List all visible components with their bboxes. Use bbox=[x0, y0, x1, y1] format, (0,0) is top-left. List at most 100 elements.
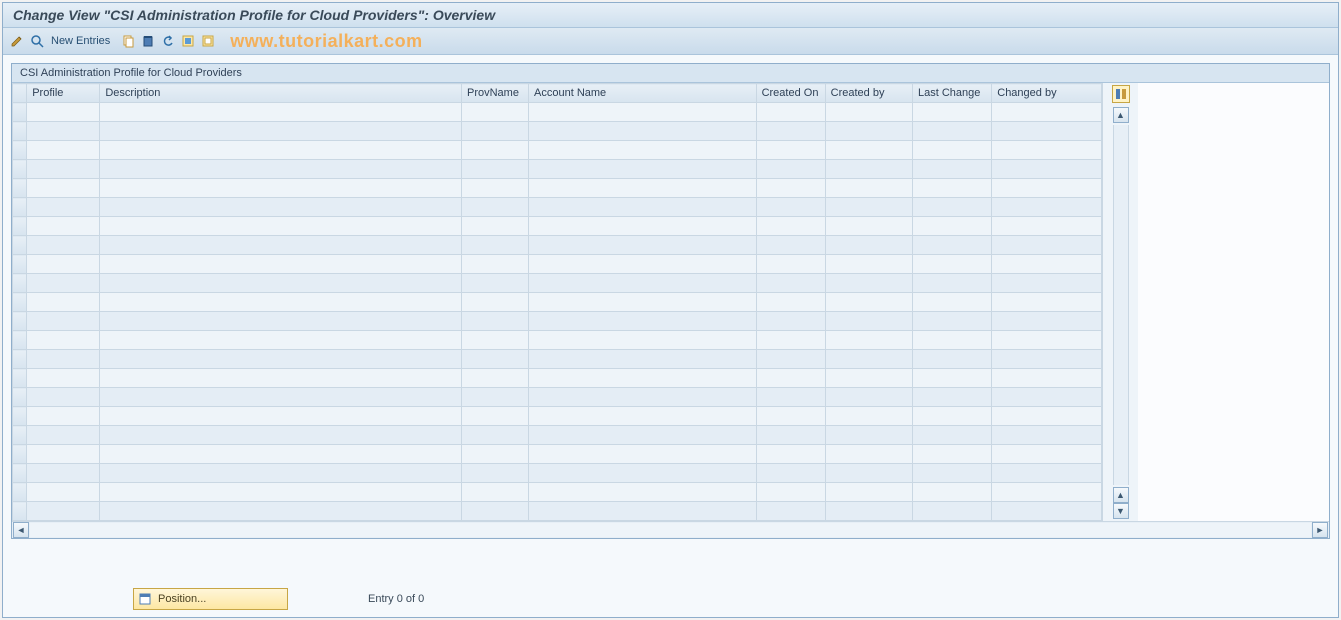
row-selector[interactable] bbox=[13, 331, 27, 350]
cell-profile[interactable] bbox=[27, 103, 100, 122]
cell-changed_by[interactable] bbox=[992, 464, 1102, 483]
cell-profile[interactable] bbox=[27, 502, 100, 521]
cell-account_name[interactable] bbox=[529, 426, 757, 445]
cell-created_by[interactable] bbox=[825, 388, 912, 407]
cell-profile[interactable] bbox=[27, 141, 100, 160]
cell-created_by[interactable] bbox=[825, 198, 912, 217]
row-selector[interactable] bbox=[13, 217, 27, 236]
cell-created_by[interactable] bbox=[825, 179, 912, 198]
cell-created_by[interactable] bbox=[825, 464, 912, 483]
cell-profile[interactable] bbox=[27, 445, 100, 464]
cell-changed_by[interactable] bbox=[992, 141, 1102, 160]
table-row[interactable] bbox=[13, 350, 1102, 369]
table-row[interactable] bbox=[13, 502, 1102, 521]
cell-account_name[interactable] bbox=[529, 141, 757, 160]
cell-created_on[interactable] bbox=[756, 502, 825, 521]
cell-created_on[interactable] bbox=[756, 464, 825, 483]
table-row[interactable] bbox=[13, 274, 1102, 293]
cell-description[interactable] bbox=[100, 350, 462, 369]
cell-created_by[interactable] bbox=[825, 483, 912, 502]
scroll-up-button[interactable]: ▲ bbox=[1113, 107, 1129, 123]
row-selector[interactable] bbox=[13, 388, 27, 407]
cell-description[interactable] bbox=[100, 179, 462, 198]
col-header-created_on[interactable]: Created On bbox=[756, 84, 825, 103]
cell-provname[interactable] bbox=[462, 483, 529, 502]
cell-description[interactable] bbox=[100, 426, 462, 445]
cell-profile[interactable] bbox=[27, 483, 100, 502]
position-button[interactable]: Position... bbox=[133, 588, 288, 610]
cell-last_change[interactable] bbox=[913, 217, 992, 236]
cell-created_by[interactable] bbox=[825, 141, 912, 160]
cell-created_by[interactable] bbox=[825, 350, 912, 369]
cell-created_by[interactable] bbox=[825, 369, 912, 388]
table-row[interactable] bbox=[13, 198, 1102, 217]
cell-account_name[interactable] bbox=[529, 350, 757, 369]
cell-created_on[interactable] bbox=[756, 407, 825, 426]
cell-account_name[interactable] bbox=[529, 369, 757, 388]
cell-account_name[interactable] bbox=[529, 103, 757, 122]
row-selector[interactable] bbox=[13, 179, 27, 198]
scroll-right-button[interactable]: ► bbox=[1312, 522, 1328, 538]
cell-last_change[interactable] bbox=[913, 445, 992, 464]
cell-account_name[interactable] bbox=[529, 464, 757, 483]
cell-account_name[interactable] bbox=[529, 388, 757, 407]
cell-created_on[interactable] bbox=[756, 483, 825, 502]
cell-created_by[interactable] bbox=[825, 160, 912, 179]
cell-changed_by[interactable] bbox=[992, 369, 1102, 388]
row-selector[interactable] bbox=[13, 198, 27, 217]
cell-last_change[interactable] bbox=[913, 274, 992, 293]
cell-account_name[interactable] bbox=[529, 160, 757, 179]
cell-description[interactable] bbox=[100, 388, 462, 407]
cell-changed_by[interactable] bbox=[992, 103, 1102, 122]
cell-account_name[interactable] bbox=[529, 502, 757, 521]
row-selector[interactable] bbox=[13, 312, 27, 331]
cell-created_by[interactable] bbox=[825, 122, 912, 141]
cell-account_name[interactable] bbox=[529, 407, 757, 426]
cell-account_name[interactable] bbox=[529, 236, 757, 255]
cell-provname[interactable] bbox=[462, 236, 529, 255]
select-all-icon[interactable] bbox=[180, 33, 196, 49]
cell-changed_by[interactable] bbox=[992, 122, 1102, 141]
copy-as-icon[interactable] bbox=[120, 33, 136, 49]
cell-created_by[interactable] bbox=[825, 445, 912, 464]
cell-created_on[interactable] bbox=[756, 103, 825, 122]
cell-changed_by[interactable] bbox=[992, 502, 1102, 521]
cell-last_change[interactable] bbox=[913, 407, 992, 426]
cell-provname[interactable] bbox=[462, 388, 529, 407]
cell-changed_by[interactable] bbox=[992, 160, 1102, 179]
row-selector[interactable] bbox=[13, 407, 27, 426]
cell-account_name[interactable] bbox=[529, 122, 757, 141]
cell-created_on[interactable] bbox=[756, 331, 825, 350]
cell-changed_by[interactable] bbox=[992, 217, 1102, 236]
cell-created_on[interactable] bbox=[756, 350, 825, 369]
cell-changed_by[interactable] bbox=[992, 388, 1102, 407]
cell-created_by[interactable] bbox=[825, 331, 912, 350]
cell-provname[interactable] bbox=[462, 312, 529, 331]
cell-provname[interactable] bbox=[462, 122, 529, 141]
cell-provname[interactable] bbox=[462, 198, 529, 217]
cell-profile[interactable] bbox=[27, 426, 100, 445]
cell-profile[interactable] bbox=[27, 217, 100, 236]
cell-changed_by[interactable] bbox=[992, 255, 1102, 274]
cell-description[interactable] bbox=[100, 331, 462, 350]
cell-changed_by[interactable] bbox=[992, 331, 1102, 350]
cell-account_name[interactable] bbox=[529, 274, 757, 293]
cell-last_change[interactable] bbox=[913, 160, 992, 179]
row-selector[interactable] bbox=[13, 103, 27, 122]
row-selector[interactable] bbox=[13, 160, 27, 179]
table-row[interactable] bbox=[13, 445, 1102, 464]
cell-provname[interactable] bbox=[462, 141, 529, 160]
cell-account_name[interactable] bbox=[529, 198, 757, 217]
cell-profile[interactable] bbox=[27, 293, 100, 312]
col-header-description[interactable]: Description bbox=[100, 84, 462, 103]
cell-provname[interactable] bbox=[462, 255, 529, 274]
cell-changed_by[interactable] bbox=[992, 312, 1102, 331]
cell-account_name[interactable] bbox=[529, 255, 757, 274]
cell-created_on[interactable] bbox=[756, 255, 825, 274]
cell-profile[interactable] bbox=[27, 122, 100, 141]
cell-provname[interactable] bbox=[462, 274, 529, 293]
cell-last_change[interactable] bbox=[913, 198, 992, 217]
cell-profile[interactable] bbox=[27, 331, 100, 350]
scroll-left-button[interactable]: ◄ bbox=[13, 522, 29, 538]
undo-change-icon[interactable] bbox=[160, 33, 176, 49]
